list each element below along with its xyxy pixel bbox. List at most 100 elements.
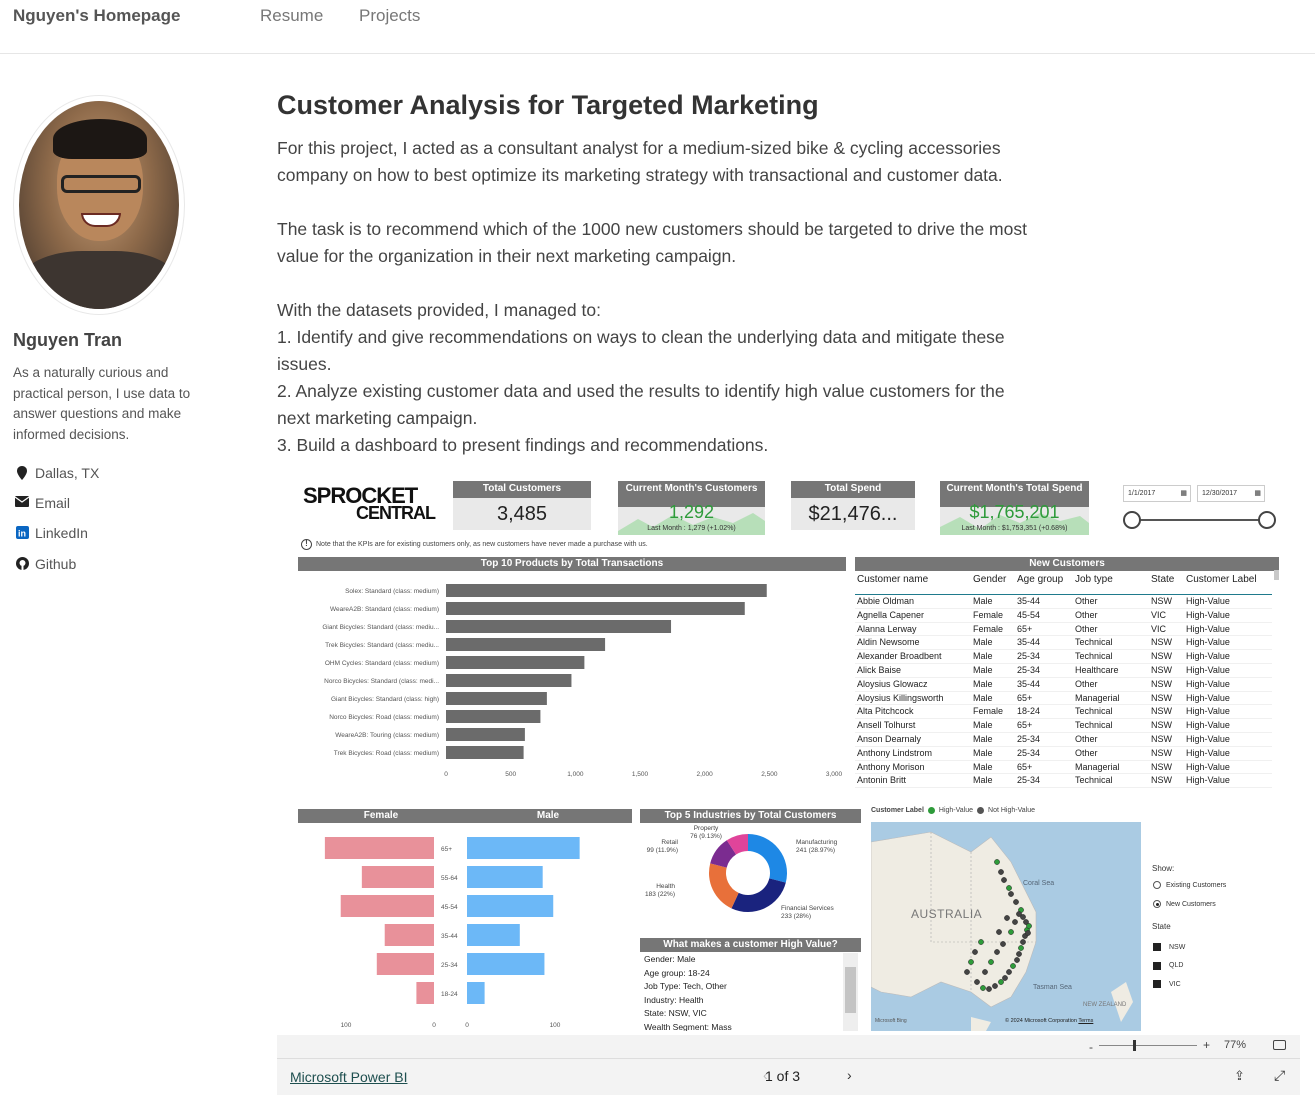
profile-name: Nguyen Tran xyxy=(13,330,123,350)
table-cell: High-Value xyxy=(1186,623,1230,634)
table-row[interactable]: Aldin Newsome Male 35-44 Technical NSW High-V… xyxy=(855,636,1272,651)
products-bar-chart[interactable]: Solex: Standard (class: medium) WeareA2B:… xyxy=(298,574,853,784)
customer-point xyxy=(964,969,970,975)
table-row[interactable]: Aloysius Killingsworth Male 65+ Managerial N… xyxy=(855,692,1272,706)
table-cell: 25-34 xyxy=(1017,775,1041,786)
table-row[interactable]: Alta Pitchcock Female 18-24 Technical NSW Hig… xyxy=(855,705,1272,720)
next-page-icon[interactable]: › xyxy=(847,1067,852,1083)
github-link[interactable]: Github xyxy=(15,556,76,572)
linkedin-text[interactable]: LinkedIn xyxy=(35,525,88,541)
nav-resume[interactable]: Resume xyxy=(260,6,323,26)
column-header[interactable]: Customer name xyxy=(855,570,973,594)
product-bar xyxy=(446,674,572,687)
table-cell: High-Value xyxy=(1186,678,1230,689)
checkbox-icon xyxy=(1153,961,1161,970)
column-header[interactable]: Customer Label xyxy=(1186,570,1270,594)
table-cell: Male xyxy=(973,720,993,731)
products-chart-title: Top 10 Products by Total Transactions xyxy=(298,557,846,571)
column-header[interactable]: Gender xyxy=(973,570,1017,594)
column-header[interactable]: State xyxy=(1151,570,1186,594)
female-bar xyxy=(376,953,434,975)
female-bar xyxy=(384,924,434,946)
table-cell: Technical xyxy=(1075,720,1113,731)
date-slider-end-handle[interactable] xyxy=(1258,511,1276,529)
customer-point xyxy=(1008,929,1014,935)
show-new-radio[interactable]: New Customers xyxy=(1153,900,1216,908)
share-icon[interactable]: ⇪ xyxy=(1234,1068,1245,1084)
table-row[interactable]: Anthony Morison Male 65+ Managerial NSW High-… xyxy=(855,761,1272,775)
state-option-label: QLD xyxy=(1169,962,1184,970)
state-option[interactable]: NSW xyxy=(1153,938,1185,957)
date-slider-start-handle[interactable] xyxy=(1123,511,1141,529)
legend-hv: High-Value xyxy=(938,807,974,814)
date-start-input[interactable]: 1/1/2017 ▦ xyxy=(1123,485,1191,502)
powerbi-link[interactable]: Microsoft Power BI xyxy=(290,1069,407,1085)
map-legend: Customer Label High-Value Not High-Value xyxy=(871,807,1035,814)
industries-title: Top 5 Industries by Total Customers xyxy=(640,809,861,823)
table-row[interactable]: Alexander Broadbent Male 25-34 Technical NSW… xyxy=(855,650,1272,664)
table-row[interactable]: Alanna Lerway Female 65+ Other VIC High-Value xyxy=(855,623,1272,637)
avatar xyxy=(13,95,185,315)
customer-map[interactable]: AUSTRALIA Coral Sea Tasman Sea NEW ZEALA… xyxy=(871,822,1141,1031)
customer-point xyxy=(1004,915,1010,921)
powerbi-report[interactable]: SPROCKET CENTRAL Total Customers 3,485 C… xyxy=(277,472,1300,1035)
linkedin-link[interactable]: in LinkedIn xyxy=(15,525,88,541)
state-option[interactable]: VIC xyxy=(1153,975,1185,994)
table-cell: Ansell Tolhurst xyxy=(857,720,916,731)
table-scrollbar[interactable] xyxy=(1274,570,1279,580)
slice-label: Retail xyxy=(661,839,678,846)
table-cell: Anthony Lindstrom xyxy=(857,747,933,758)
fullscreen-icon[interactable]: ⤢ xyxy=(1274,1067,1285,1084)
table-row[interactable]: Aloysius Glowacz Male 35-44 Other NSW High-Va… xyxy=(855,678,1272,692)
customer-point xyxy=(988,959,994,965)
product-bar xyxy=(446,746,524,759)
state-option[interactable]: QLD xyxy=(1153,957,1185,976)
zoom-out-button[interactable]: - xyxy=(1089,1040,1093,1054)
fit-to-page-icon[interactable] xyxy=(1273,1040,1286,1050)
male-bar xyxy=(467,924,520,946)
table-cell: NSW xyxy=(1151,775,1172,786)
table-row[interactable]: Alick Baise Male 25-34 Healthcare NSW High-Va… xyxy=(855,664,1272,678)
product-label: Giant Bicycles: Standard (class: mediu..… xyxy=(322,624,439,631)
email-link[interactable]: Email xyxy=(14,495,70,511)
state-slicer[interactable]: NSW QLD VIC xyxy=(1153,938,1185,994)
customer-point xyxy=(994,859,1000,865)
list-item-1: 1. Identify and give recommendations on … xyxy=(277,327,1005,374)
table-cell: 25-34 xyxy=(1017,733,1041,744)
zoom-slider[interactable] xyxy=(1099,1045,1197,1046)
female-bar xyxy=(324,837,434,859)
new-customers-table[interactable]: Customer name Gender Age group Job type Stat… xyxy=(855,570,1272,789)
github-text[interactable]: Github xyxy=(35,556,76,572)
column-header[interactable]: Job type xyxy=(1075,570,1151,594)
table-cell: 65+ xyxy=(1017,720,1033,731)
table-row[interactable]: Anson Dearnaly Male 25-34 Other NSW High-Valu… xyxy=(855,733,1272,747)
table-cell: Other xyxy=(1075,733,1098,744)
table-row[interactable]: Agnella Capener Female 45-54 Other VIC High-V… xyxy=(855,609,1272,623)
date-end-input[interactable]: 12/30/2017 ▦ xyxy=(1197,485,1265,502)
table-cell: Male xyxy=(973,775,993,786)
table-cell: VIC xyxy=(1151,609,1167,620)
date-slider-track[interactable] xyxy=(1132,519,1267,521)
table-cell: Agnella Capener xyxy=(857,609,925,620)
age-label: 45-54 xyxy=(441,904,458,911)
brand-link[interactable]: Nguyen's Homepage xyxy=(13,6,180,26)
nav-projects[interactable]: Projects xyxy=(359,6,420,26)
show-existing-radio[interactable]: Existing Customers xyxy=(1153,881,1226,889)
page-title: Customer Analysis for Targeted Marketing xyxy=(277,90,819,120)
zoom-slider-handle[interactable] xyxy=(1133,1040,1136,1051)
table-cell: NSW xyxy=(1151,720,1172,731)
column-header[interactable]: Age group xyxy=(1017,570,1075,594)
table-cell: 35-44 xyxy=(1017,678,1041,689)
table-row[interactable]: Abbie Oldman Male 35-44 Other NSW High-Value xyxy=(855,595,1272,609)
table-row[interactable]: Antonin Britt Male 25-34 Technical NSW High-V… xyxy=(855,774,1272,789)
table-cell: NSW xyxy=(1151,651,1172,662)
email-text[interactable]: Email xyxy=(35,495,70,511)
zoom-in-button[interactable]: + xyxy=(1203,1038,1210,1052)
table-row[interactable]: Anthony Lindstrom Male 25-34 Other NSW High-V… xyxy=(855,747,1272,761)
industries-donut-chart[interactable]: Manufacturing241 (28.97%) Financial Servi… xyxy=(640,824,861,934)
gender-age-chart[interactable]: 65+ 55-64 45-54 35-44 25-34 18-24 100 0 0 100 xyxy=(298,827,633,1032)
map-points[interactable] xyxy=(871,822,1141,1031)
table-row[interactable]: Ansell Tolhurst Male 65+ Technical NSW High-V… xyxy=(855,719,1272,733)
table-cell: Managerial xyxy=(1075,692,1120,703)
high-value-scrollbar[interactable] xyxy=(843,953,858,1031)
